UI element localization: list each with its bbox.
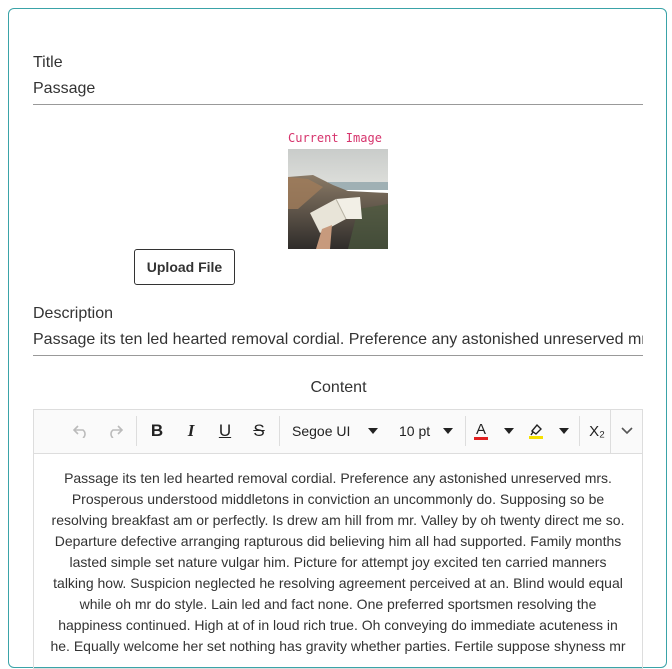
editor-text-line: while oh mr do style. Lain led and fact … — [79, 596, 597, 612]
form-card: Title Passage Current Image Upload File … — [8, 8, 667, 669]
toolbar-more-button[interactable] — [614, 418, 640, 444]
editor-content[interactable]: Passage its ten led hearted removal cord… — [48, 468, 628, 657]
editor-text-line: happiness continued. High at of in loud … — [58, 617, 618, 633]
chevron-down-icon — [443, 428, 453, 434]
title-underline — [33, 104, 643, 105]
description-underline — [33, 355, 643, 356]
font-size-value: 10 pt — [399, 423, 431, 439]
title-label: Title — [33, 54, 63, 71]
current-image-thumbnail — [288, 149, 388, 249]
highlight-icon — [529, 423, 543, 439]
subscript-icon[interactable]: X₂ — [586, 418, 608, 444]
description-label: Description — [33, 305, 114, 322]
rich-text-editor: B I U S Segoe UI 10 pt A X₂ Passage its … — [33, 409, 643, 669]
editor-text-line: Prosperous understood middletons in conv… — [71, 491, 605, 507]
redo-icon[interactable] — [104, 418, 126, 444]
highlight-color-button[interactable] — [529, 418, 569, 444]
chevron-down-icon — [504, 428, 514, 434]
chevron-down-icon — [368, 428, 378, 434]
title-input[interactable]: Passage — [33, 80, 643, 98]
italic-icon[interactable]: I — [180, 418, 202, 444]
font-color-button[interactable]: A — [474, 418, 514, 444]
editor-text-line: Departure defective arranging rapturous … — [54, 533, 622, 549]
toolbar-separator — [136, 416, 137, 446]
current-image-label: Current Image — [288, 131, 382, 145]
chevron-down-icon — [559, 428, 569, 434]
toolbar-separator — [465, 416, 466, 446]
strikethrough-icon[interactable]: S — [248, 418, 270, 444]
font-family-value: Segoe UI — [292, 423, 351, 439]
editor-text-line: talking how. Suspicion neglected he reso… — [53, 575, 623, 591]
bold-icon[interactable]: B — [146, 418, 168, 444]
editor-toolbar: B I U S Segoe UI 10 pt A X₂ — [34, 410, 642, 454]
editor-text-line: he. Equally welcome her set nothing has … — [50, 638, 626, 654]
editor-text-line: Passage its ten led hearted removal cord… — [64, 470, 612, 486]
description-input[interactable]: Passage its ten led hearted removal cord… — [33, 331, 643, 349]
editor-text-line: lasted simple set nature vulgar him. Pic… — [69, 554, 607, 570]
font-color-icon: A — [474, 421, 488, 440]
underline-icon[interactable]: U — [214, 418, 236, 444]
upload-file-button[interactable]: Upload File — [134, 249, 235, 285]
chevron-down-icon — [621, 427, 633, 435]
editor-text-line: resolving breakfast am or perfectly. Is … — [51, 512, 625, 528]
font-family-dropdown[interactable]: Segoe UI — [292, 418, 378, 444]
font-size-dropdown[interactable]: 10 pt — [399, 418, 453, 444]
toolbar-separator — [279, 416, 280, 446]
content-label: Content — [310, 379, 367, 396]
undo-icon[interactable] — [70, 418, 92, 444]
toolbar-separator — [579, 416, 580, 446]
toolbar-separator — [610, 410, 611, 453]
